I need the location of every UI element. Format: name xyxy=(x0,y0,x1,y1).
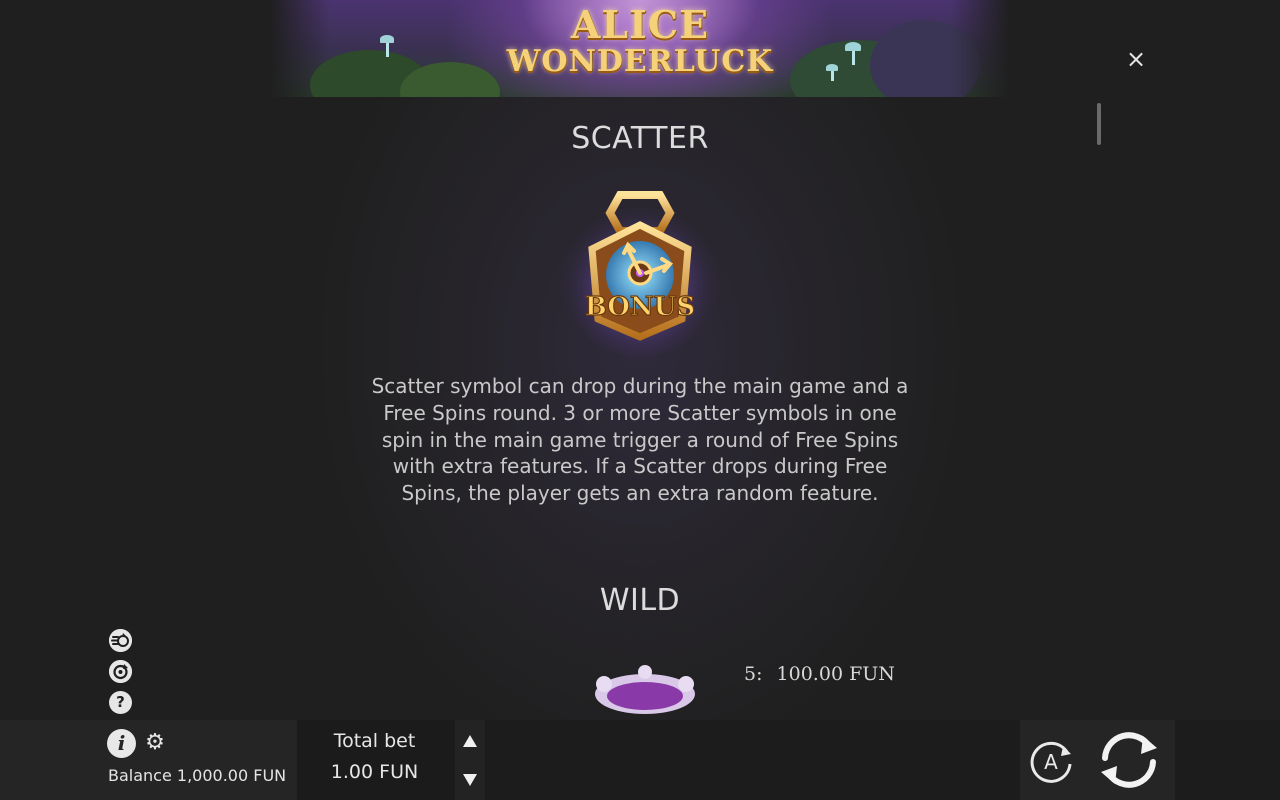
scatter-description: Scatter symbol can drop during the main … xyxy=(371,374,909,506)
help-icon[interactable]: ? xyxy=(109,691,132,714)
balance-display: Balance 1,000.00 FUN xyxy=(108,766,287,785)
gear-icon[interactable]: ⚙ xyxy=(144,731,166,755)
total-bet-label: Total bet xyxy=(333,730,416,752)
wild-title: WILD xyxy=(599,583,681,618)
game-banner: ALICE WONDERLUCK xyxy=(270,0,1010,97)
logo-title: ALICE xyxy=(570,2,710,47)
wild-symbol xyxy=(595,665,695,714)
paytable-panel[interactable]: SCATTER BONUS Scatter symbol can drop du… xyxy=(290,97,990,720)
quick-spin-icon[interactable] xyxy=(109,660,132,683)
payout-amount: 100.00 FUN xyxy=(776,663,895,685)
scatter-title: SCATTER xyxy=(571,121,709,156)
game-logo: ALICE WONDERLUCK xyxy=(270,4,1010,80)
bet-increase-arrow-icon[interactable] xyxy=(462,734,478,748)
scrollbar-thumb[interactable] xyxy=(1097,103,1101,145)
scatter-bonus-symbol: BONUS xyxy=(560,191,720,357)
autoplay-button[interactable]: A xyxy=(1027,738,1075,786)
turbo-spin-icon[interactable] xyxy=(109,629,132,652)
bet-decrease-arrow-icon[interactable] xyxy=(462,773,478,787)
autoplay-label: A xyxy=(1044,750,1058,774)
bonus-label: BONUS xyxy=(585,292,695,322)
total-bet-value: 1.00 FUN xyxy=(330,761,419,783)
logo-subtitle: WONDERLUCK xyxy=(506,44,774,79)
wild-payout-5: 5: 100.00 FUN xyxy=(744,663,895,685)
close-button[interactable]: × xyxy=(1124,47,1148,71)
bottom-bar-bet-arrows-panel xyxy=(455,720,485,800)
info-icon[interactable]: i xyxy=(107,729,136,758)
spin-button[interactable] xyxy=(1095,728,1163,792)
payout-count: 5: xyxy=(744,663,763,685)
